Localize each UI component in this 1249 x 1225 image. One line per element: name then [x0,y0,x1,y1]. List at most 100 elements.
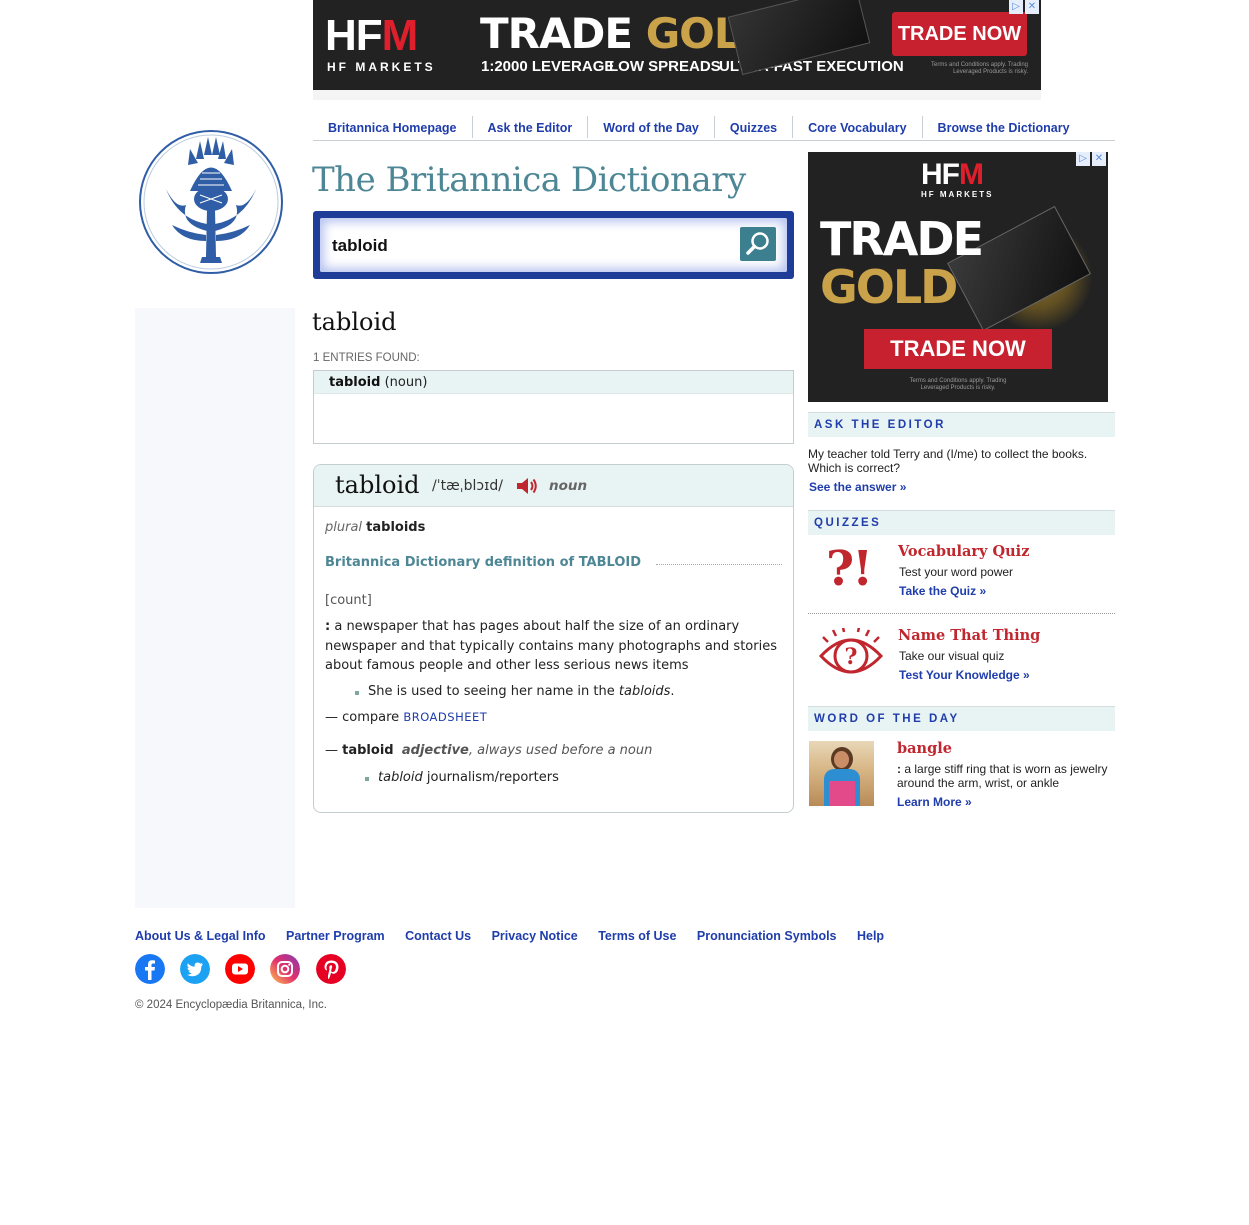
search-button[interactable] [740,227,776,261]
usage-label: [count] [325,593,372,608]
example-italic: tabloids [618,684,671,699]
ad-fine-print: Terms and Conditions apply. Trading Leve… [931,62,1028,75]
compare-line: — compare BROADSHEET [325,710,487,725]
adchoices-icon[interactable]: ▷ [1009,0,1023,14]
example-text: She is used to seeing her name in the [368,684,619,699]
word-of-day-word[interactable]: bangle [897,740,952,757]
vocabulary-quiz-desc: Test your word power [899,565,1014,579]
search-frame [313,211,794,279]
entry-pos: (noun) [384,375,428,390]
entry-word[interactable]: tabloid [329,375,380,390]
ad-trade-now-button[interactable]: TRADE NOW [864,329,1052,369]
entries-list: tabloid (noun) [313,370,794,444]
footer-contact-link[interactable]: Contact Us [405,929,471,943]
take-quiz-link[interactable]: Take the Quiz » [899,584,986,598]
run-on-note: , always used before a noun [468,743,653,758]
left-sidebar-placeholder [135,308,295,908]
word-of-day-definition: : a large stiff ring that is worn as jew… [897,762,1112,790]
nav-britannica-homepage[interactable]: Britannica Homepage [313,116,473,138]
facebook-icon[interactable] [135,954,165,984]
test-knowledge-link[interactable]: Test Your Knowledge » [899,668,1030,682]
search-icon [746,232,769,255]
vocabulary-quiz-icon[interactable]: ?! [826,542,873,596]
ad-trade-now-button[interactable]: TRADE NOW [892,12,1027,56]
sense-text: a newspaper that has pages about half th… [325,619,777,673]
see-answer-link[interactable]: See the answer » [809,480,906,494]
ad-feature: LOW SPREADS [609,58,721,75]
search-input[interactable] [330,231,734,261]
britannica-thistle-logo[interactable] [138,129,284,275]
run-on-dash: — [325,743,343,758]
adchoices-icon[interactable]: ▷ [1076,152,1090,166]
top-banner-ad[interactable]: HFM HF MARKETS TRADE GOLD 1:2000 LEVERAG… [313,0,1041,90]
footer-pronunciation-link[interactable]: Pronunciation Symbols [697,929,837,943]
vocabulary-quiz-title[interactable]: Vocabulary Quiz [898,543,1029,560]
youtube-icon[interactable] [225,954,255,984]
plural-form: tabloids [366,520,426,535]
ad-close-icon[interactable]: ✕ [1025,0,1039,14]
sidebar-ad[interactable]: HFM HF MARKETS TRADE GOLD TRADE NOW Term… [808,152,1108,402]
ad-headline-gold: GOLD [820,260,958,314]
ask-editor-header: ASK THE EDITOR [808,412,1115,437]
run-on-example-italic: tabloid [378,770,423,785]
ad-close-icon[interactable]: ✕ [1092,152,1106,166]
ad-brand-sub: HF MARKETS [327,60,436,74]
footer-terms-link[interactable]: Terms of Use [598,929,676,943]
run-on-example-text: journalism/reporters [422,770,559,785]
compare-link-broadsheet[interactable]: BROADSHEET [403,710,487,724]
footer-privacy-link[interactable]: Privacy Notice [492,929,578,943]
ad-feature: 1:2000 LEVERAGE [481,58,615,75]
run-on-example: tabloid journalism/reporters [378,770,559,785]
nav-quizzes[interactable]: Quizzes [715,116,794,138]
quiz-divider [808,613,1115,614]
pronunciation: /ˈtæˌblɔɪd/ [432,478,503,494]
name-that-thing-title[interactable]: Name That Thing [898,627,1040,644]
ad-brand-sub: HF MARKETS [921,190,994,199]
nav-ask-the-editor[interactable]: Ask the Editor [473,116,589,138]
sense-colon: : [325,619,331,634]
example-end: . [670,684,675,699]
definition-heading: Britannica Dictionary definition of TABL… [325,555,642,570]
ad-fine-print: Terms and Conditions apply. Trading Leve… [909,378,1007,391]
definition-headword: tabloid [335,471,420,499]
nav-core-vocabulary[interactable]: Core Vocabulary [793,116,923,138]
ad-strip [313,90,1041,100]
instagram-icon[interactable] [270,954,300,984]
site-title[interactable]: The Britannica Dictionary [312,160,746,200]
svg-text:?: ? [845,644,858,670]
footer-partner-link[interactable]: Partner Program [286,929,385,943]
copyright: © 2024 Encyclopædia Britannica, Inc. [135,999,327,1011]
definition-colon: : [897,762,901,776]
ad-brand-logo: HFM [325,11,418,60]
word-of-day-header: WORD OF THE DAY [808,706,1115,731]
section-heading[interactable]: ASK THE EDITOR [814,419,946,431]
nav-word-of-the-day[interactable]: Word of the Day [588,116,715,138]
nav-browse-dictionary[interactable]: Browse the Dictionary [923,116,1085,138]
eye-question-icon[interactable]: ? [818,628,884,684]
example-bullet [355,691,359,695]
page-headword: tabloid [312,308,397,336]
section-heading[interactable]: QUIZZES [814,517,881,529]
footer-about-link[interactable]: About Us & Legal Info [135,929,266,943]
footer-help-link[interactable]: Help [857,929,884,943]
entry-row[interactable]: tabloid (noun) [314,371,793,394]
definition-header: tabloid /ˈtæˌblɔɪd/ noun [314,465,793,507]
pinterest-icon[interactable] [316,954,346,984]
run-on-word: tabloid [342,743,394,758]
compare-prefix: — compare [325,710,404,725]
plural-label: plural [325,520,363,535]
ad-brand-logo: HFM [921,158,984,191]
example-bullet [365,777,369,781]
audio-speaker-icon[interactable] [515,475,539,497]
section-heading[interactable]: WORD OF THE DAY [814,713,960,725]
learn-more-link[interactable]: Learn More » [897,795,972,809]
example-sentence: She is used to seeing her name in the ta… [368,684,675,699]
word-of-day-image[interactable] [809,741,874,806]
twitter-icon[interactable] [180,954,210,984]
entries-found-label: 1 ENTRIES FOUND: [313,352,420,364]
ad-headline-trade: TRADE [820,212,984,266]
heading-dotted-rule [656,564,782,565]
sense-definition: : a newspaper that has pages about half … [325,617,783,676]
definition-text: a large stiff ring that is worn as jewel… [897,762,1108,790]
name-that-thing-desc: Take our visual quiz [899,649,1005,663]
